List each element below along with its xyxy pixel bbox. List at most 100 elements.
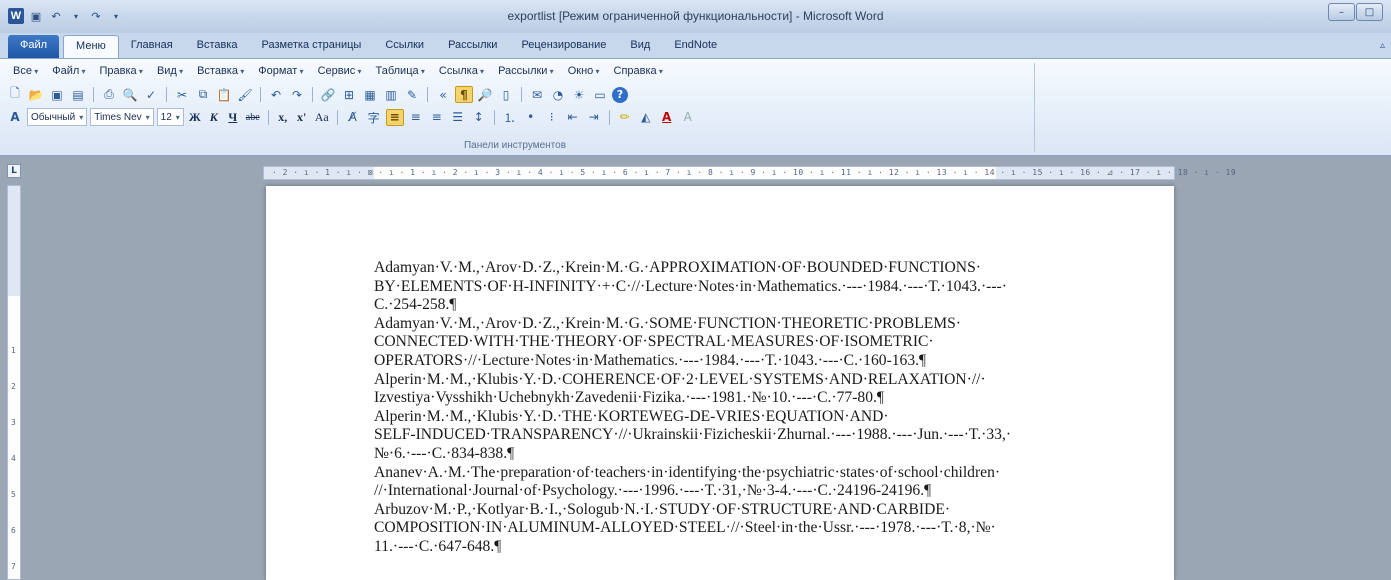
multilevel-list-icon[interactable]: ⁝ [543,109,561,126]
menu-format[interactable]: Формат [251,65,310,77]
menu-tools[interactable]: Сервис [311,65,369,77]
tab-insert[interactable]: Вставка [185,35,250,58]
hyperlink-icon[interactable]: 🔗 [319,86,337,103]
text-line[interactable]: Ananev·A.·M.·The·preparation·of·teachers… [374,464,1064,483]
drawing-icon[interactable]: ✎ [403,86,421,103]
text-line[interactable]: Arbuzov·M.·P.,·Kotlyar·B.·I.,·Sologub·N.… [374,501,1064,520]
menu-window[interactable]: Окно [561,65,607,77]
highlight-color-icon[interactable]: ✏ [616,109,634,126]
text-line[interactable]: Alperin·M.·M.,·Klubis·Y.·D.·COHERENCE·OF… [374,371,1064,390]
underline-button[interactable]: Ч [225,108,241,126]
menu-view[interactable]: Вид [150,65,190,77]
clear-formatting-icon[interactable]: A̸ [344,109,362,126]
document-body[interactable]: Adamyan·V.·M.,·Arov·D.·Z.,·Krein·M.·G.·A… [374,259,1064,557]
tab-view[interactable]: Вид [618,35,662,58]
permission-icon[interactable]: ▤ [69,86,87,103]
cut-icon[interactable]: ✂ [173,86,191,103]
tab-menu[interactable]: Меню [63,35,119,58]
menu-help[interactable]: Справка [607,65,670,77]
tab-file[interactable]: Файл [8,35,60,58]
vertical-ruler[interactable]: 1 2 3 4 5 6 7 [7,185,21,580]
minimize-button[interactable]: – [1328,3,1355,21]
text-line[interactable]: Alperin·M.·M.,·Klubis·Y.·D.·THE·KORTEWEG… [374,408,1064,427]
tab-page-layout[interactable]: Разметка страницы [250,35,374,58]
text-line[interactable]: CONNECTED·WITH·THE·THEORY·OF·SPECTRAL·ME… [374,333,1064,352]
align-right-icon[interactable]: ≡ [428,109,446,126]
tab-mailings[interactable]: Рассылки [436,35,509,58]
tab-endnote[interactable]: EndNote [662,35,729,58]
tab-home[interactable]: Главная [119,35,185,58]
subscript-button[interactable]: x, [275,108,291,126]
envelope-icon[interactable]: ✉ [528,86,546,103]
reading-mode-icon[interactable]: ▯ [497,86,515,103]
numbering-icon[interactable]: ⒈ [501,109,519,126]
text-line[interactable]: COMPOSITION·IN·ALUMINUM-ALLOYED·STEEL·//… [374,519,1064,538]
clip-art-icon[interactable]: ☀ [570,86,588,103]
text-line[interactable]: Adamyan·V.·M.,·Arov·D.·Z.,·Krein·M.·G.·S… [374,315,1064,334]
maximize-button[interactable]: □ [1356,3,1383,21]
insert-table-icon[interactable]: ▦ [361,86,379,103]
bullets-icon[interactable]: • [522,109,540,126]
increase-indent-icon[interactable]: ⇥ [585,109,603,126]
line-spacing-icon[interactable]: ↕ [470,109,488,126]
shading-icon[interactable]: ◭ [637,109,655,126]
font-color-icon[interactable]: A [658,109,676,126]
align-left-icon[interactable]: ≡ [385,108,404,126]
tables-borders-icon[interactable]: ⊞ [340,86,358,103]
phonetic-guide-icon[interactable]: 字 [365,109,383,126]
shapes-icon[interactable]: ◔ [549,86,567,103]
menu-edit[interactable]: Правка [93,65,150,77]
change-case-button[interactable]: Aa [313,108,331,126]
text-line[interactable]: C.·254-258.¶ [374,296,1064,315]
bold-button[interactable]: Ж [187,108,203,126]
print-icon[interactable]: ⎙ [100,86,118,103]
text-line[interactable]: OPERATORS·//·Lecture·Notes·in·Mathematic… [374,352,1064,371]
style-combo[interactable]: Обычный ▾ [27,108,88,126]
help-icon[interactable]: ? [612,86,628,103]
text-line[interactable]: //·International·Journal·of·Psychology.·… [374,482,1064,501]
paste-icon[interactable]: 📋 [215,86,233,103]
text-line[interactable]: №·6.·---·C.·834-838.¶ [374,445,1064,464]
decrease-indent-icon[interactable]: ⇤ [564,109,582,126]
menu-insert[interactable]: Вставка [190,65,251,77]
show-formatting-marks-icon[interactable]: ¶ [455,86,473,103]
tab-references[interactable]: Ссылки [373,35,436,58]
spelling-icon[interactable]: ✓ [142,86,160,103]
zoom-icon[interactable]: 🔎 [476,86,494,103]
open-folder-icon[interactable]: 📂 [27,86,45,103]
text-line[interactable]: Adamyan·V.·M.,·Arov·D.·Z.,·Krein·M.·G.·A… [374,259,1064,278]
tab-review[interactable]: Рецензирование [509,35,618,58]
justify-icon[interactable]: ☰ [449,109,467,126]
italic-button[interactable]: К [206,108,222,126]
horizontal-ruler[interactable]: · 2 · ı · 1 · ı · ⊠ · ı · 1 · ı · 2 · ı … [263,166,1236,180]
text-box-icon[interactable]: ▭ [591,86,609,103]
text-line[interactable]: 11.·---·C.·647-648.¶ [374,538,1064,557]
text-line[interactable]: Izvestiya·Vysshikh·Uchebnykh·Zavedenii·F… [374,389,1064,408]
menu-references[interactable]: Ссылка [432,65,491,77]
new-document-icon[interactable]: 🗋 [6,86,24,103]
text-line[interactable]: BY·ELEMENTS·OF·H-INFINITY·+·C·//·Lecture… [374,278,1064,297]
save-icon[interactable]: ▣ [48,86,66,103]
text-line[interactable]: SELF-INDUCED·TRANSPARENCY·//·Ukrainskii·… [374,426,1064,445]
undo-icon[interactable]: ↶ [267,86,285,103]
strikethrough-button[interactable]: abe [244,108,262,126]
redo-icon[interactable]: ↷ [288,86,306,103]
ribbon-minimize-icon[interactable]: ▵ [1380,40,1385,51]
tab-selector[interactable]: L [7,164,21,178]
menu-all[interactable]: Все [6,65,45,77]
menu-table[interactable]: Таблица [368,65,431,77]
document-page[interactable]: Adamyan·V.·M.,·Arov·D.·Z.,·Krein·M.·G.·A… [266,186,1174,580]
print-preview-icon[interactable]: 🔍 [121,86,139,103]
document-map-icon[interactable]: « [434,86,452,103]
copy-icon[interactable]: ⧉ [194,86,212,103]
format-painter-icon[interactable]: 🖌 [236,86,254,103]
styles-pane-icon[interactable]: A [6,109,24,126]
text-effects-icon[interactable]: A [679,109,697,126]
font-size-combo[interactable]: 12 ▾ [156,108,184,126]
superscript-button[interactable]: x' [294,108,310,126]
menu-mailings[interactable]: Рассылки [491,65,561,77]
font-combo[interactable]: Times Nev ▾ [90,108,154,126]
columns-icon[interactable]: ▥ [382,86,400,103]
align-center-icon[interactable]: ≡ [407,109,425,126]
menu-file[interactable]: Файл [45,65,92,77]
